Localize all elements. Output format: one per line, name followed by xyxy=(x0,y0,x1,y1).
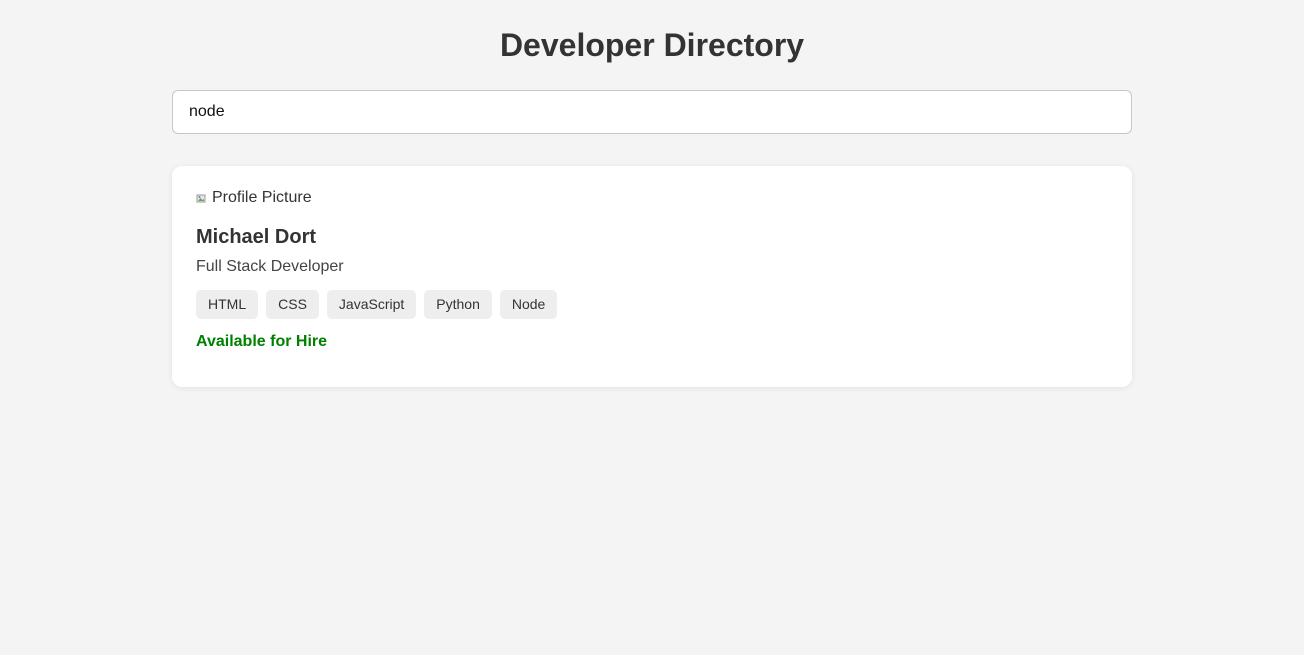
page: Developer Directory Profile Picture Mich… xyxy=(172,0,1132,387)
profile-picture-alt: Profile Picture xyxy=(212,189,312,206)
search-input[interactable] xyxy=(172,90,1132,134)
developer-card: Profile Picture Michael Dort Full Stack … xyxy=(172,166,1132,387)
availability-status: Available for Hire xyxy=(196,333,328,350)
broken-image-icon xyxy=(196,190,212,206)
results-list: Profile Picture Michael Dort Full Stack … xyxy=(172,166,1132,387)
skill-tag: Node xyxy=(499,290,558,319)
skills-list: HTML CSS JavaScript Python Node xyxy=(196,290,1108,319)
skill-tag: HTML xyxy=(196,290,259,319)
skill-tag: CSS xyxy=(266,290,319,319)
skill-tag: JavaScript xyxy=(326,290,417,319)
profile-picture: Profile Picture xyxy=(196,188,1108,208)
developer-role: Full Stack Developer xyxy=(196,258,344,275)
skill-tag: Python xyxy=(424,290,492,319)
developer-name: Michael Dort xyxy=(196,226,317,248)
page-title: Developer Directory xyxy=(499,27,805,63)
